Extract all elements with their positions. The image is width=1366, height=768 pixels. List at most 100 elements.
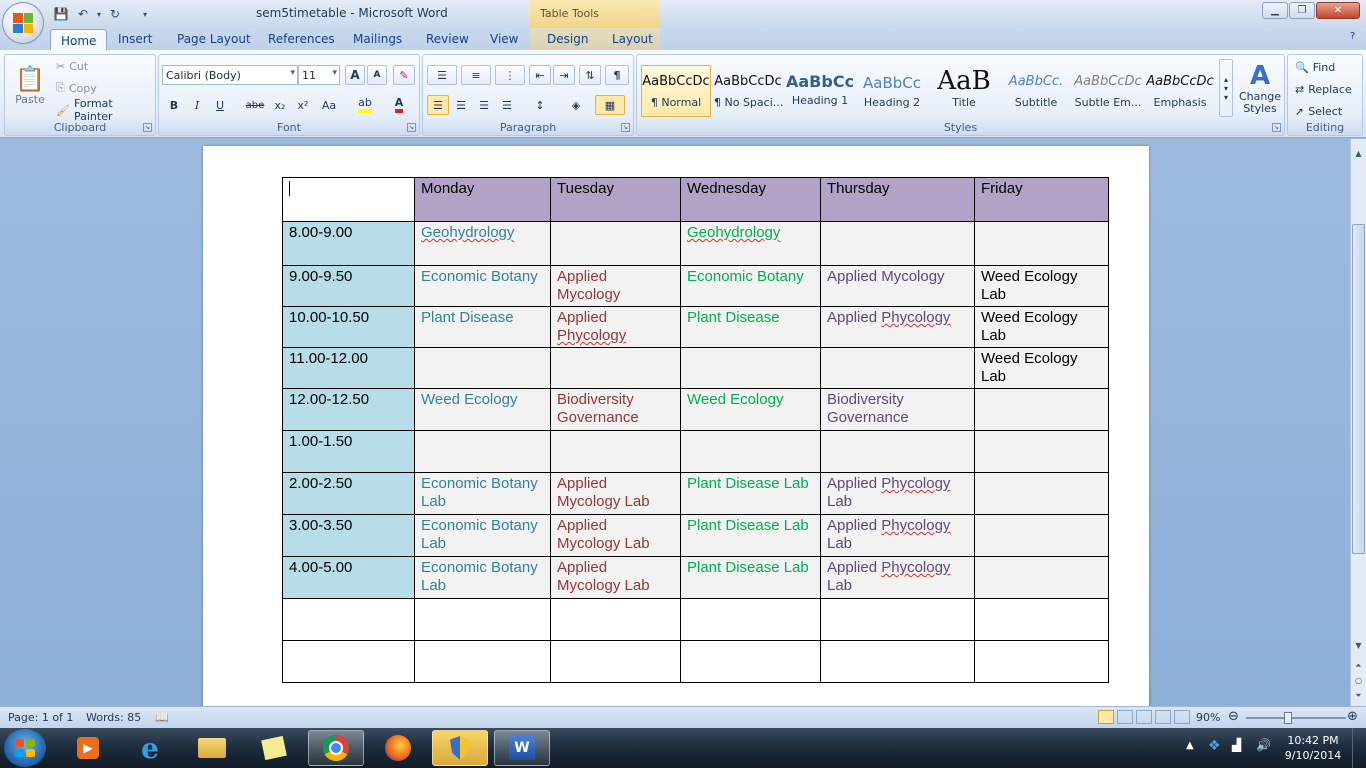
class-cell[interactable]: Applied Mycology xyxy=(820,265,975,307)
class-cell[interactable]: Plant Disease Lab xyxy=(680,556,821,599)
class-cell[interactable] xyxy=(974,472,1109,515)
borders-icon[interactable]: ▦ xyxy=(595,95,625,115)
document-page[interactable]: Monday Tuesday Wednesday Thursday Friday 8.00… xyxy=(203,146,1149,706)
minimize-button[interactable]: ▁ xyxy=(1262,2,1288,19)
class-cell[interactable]: Applied Phycology Lab xyxy=(820,556,975,599)
class-cell[interactable] xyxy=(820,430,975,473)
tab-design[interactable]: Design xyxy=(547,32,588,46)
class-cell[interactable]: Applied Mycology Lab xyxy=(550,556,681,599)
class-cell[interactable]: Economic Botany xyxy=(414,265,551,307)
firefox-icon[interactable] xyxy=(370,730,426,766)
time-slot-cell[interactable]: 9.00-9.50 xyxy=(282,265,415,307)
class-cell[interactable] xyxy=(550,430,681,473)
style-emphasis[interactable]: AaBbCcDc Emphasis xyxy=(1145,65,1215,117)
change-styles-button[interactable]: A Change Styles xyxy=(1237,57,1283,119)
timetable[interactable]: Monday Tuesday Wednesday Thursday Friday 8.00… xyxy=(282,177,1109,683)
class-cell[interactable]: Weed Ecology xyxy=(414,388,551,431)
class-cell[interactable] xyxy=(680,347,821,389)
tab-home[interactable]: Home xyxy=(50,29,108,51)
class-cell[interactable]: Applied Mycology Lab xyxy=(550,514,681,557)
class-cell[interactable]: Plant Disease xyxy=(414,306,551,348)
save-icon[interactable]: 💾 xyxy=(52,5,70,23)
styles-scroll-icon[interactable]: ▴ ▾ ▾ xyxy=(1219,59,1233,117)
class-cell[interactable]: Biodiversity Governance xyxy=(550,388,681,431)
day-header-wednesday[interactable]: Wednesday xyxy=(680,177,821,222)
network-icon[interactable]: ▟ xyxy=(1232,738,1241,752)
time-slot-cell[interactable]: 10.00-10.50 xyxy=(282,306,415,348)
format-painter-button[interactable]: 🖌 Format Painter xyxy=(55,97,153,123)
class-cell[interactable]: Plant Disease xyxy=(680,306,821,348)
find-button[interactable]: 🔍 Find xyxy=(1294,57,1360,77)
class-cell[interactable]: Weed Ecology Lab xyxy=(974,265,1109,307)
web-layout-icon[interactable] xyxy=(1136,710,1152,724)
class-cell[interactable] xyxy=(974,430,1109,473)
style-normal[interactable]: AaBbCcDc ¶ Normal xyxy=(641,65,711,117)
file-explorer-icon[interactable] xyxy=(184,730,240,766)
class-cell[interactable]: Applied Mycology Lab xyxy=(550,472,681,515)
class-cell[interactable]: Economic Botany Lab xyxy=(414,556,551,599)
class-cell[interactable]: Applied Phycology Lab xyxy=(820,514,975,557)
tab-review[interactable]: Review xyxy=(426,32,469,46)
show-hidden-icons[interactable]: ▲ xyxy=(1186,740,1194,751)
time-slot-cell[interactable]: 1.00-1.50 xyxy=(282,430,415,473)
multilevel-list-icon[interactable]: ⋮ xyxy=(495,65,525,85)
tab-view[interactable]: View xyxy=(490,32,518,46)
empty-cell[interactable] xyxy=(414,640,551,683)
empty-cell[interactable] xyxy=(282,598,415,641)
time-slot-cell[interactable]: 8.00-9.00 xyxy=(282,221,415,266)
proofing-icon[interactable]: 📖 xyxy=(155,711,169,724)
empty-cell[interactable] xyxy=(820,598,975,641)
empty-cell[interactable] xyxy=(680,598,821,641)
class-cell[interactable] xyxy=(974,514,1109,557)
align-left-icon[interactable]: ☰ xyxy=(427,95,449,115)
class-cell[interactable]: Weed Ecology xyxy=(680,388,821,431)
style-title[interactable]: AaB Title xyxy=(929,65,999,117)
full-screen-reading-icon[interactable] xyxy=(1117,710,1133,724)
change-case-button[interactable]: Aa xyxy=(315,95,343,115)
font-size-dropdown[interactable]: 11 xyxy=(298,65,340,85)
style-subtitle[interactable]: AaBbCc. Subtitle xyxy=(1001,65,1071,117)
line-spacing-icon[interactable]: ↕ xyxy=(525,95,555,115)
scroll-down-icon[interactable]: ▼ xyxy=(1352,639,1365,652)
class-cell[interactable]: Economic Botany xyxy=(680,265,821,307)
zoom-in-icon[interactable]: ⊕ xyxy=(1347,709,1358,724)
draft-icon[interactable] xyxy=(1174,710,1190,724)
time-slot-cell[interactable]: 12.00-12.50 xyxy=(282,388,415,431)
shrink-font-button[interactable]: A xyxy=(367,65,387,85)
time-slot-cell[interactable]: 3.00-3.50 xyxy=(282,514,415,557)
class-cell[interactable]: Weed Ecology Lab xyxy=(974,347,1109,389)
tab-insert[interactable]: Insert xyxy=(118,32,152,46)
class-cell[interactable]: Applied Mycology xyxy=(550,265,681,307)
sticky-notes-icon[interactable] xyxy=(246,730,302,766)
align-right-icon[interactable]: ☰ xyxy=(473,95,495,115)
bullets-icon[interactable]: ☰ xyxy=(427,65,457,85)
tab-mailings[interactable]: Mailings xyxy=(353,32,402,46)
select-button[interactable]: ➚ Select xyxy=(1294,101,1360,121)
zoom-out-icon[interactable]: ⊖ xyxy=(1228,709,1239,724)
outline-icon[interactable] xyxy=(1155,710,1171,724)
time-slot-cell[interactable]: 11.00-12.00 xyxy=(282,347,415,389)
strikethrough-button[interactable]: abe xyxy=(243,95,267,115)
align-center-icon[interactable]: ☰ xyxy=(450,95,472,115)
zoom-level[interactable]: 90% xyxy=(1196,711,1220,724)
scroll-up-icon[interactable]: ▲ xyxy=(1352,147,1365,160)
show-marks-button[interactable]: ¶ xyxy=(605,65,629,85)
start-button[interactable] xyxy=(4,729,46,767)
class-cell[interactable]: Biodiversity Governance xyxy=(820,388,975,431)
shading-icon[interactable]: ◈ xyxy=(561,95,591,115)
replace-button[interactable]: ⇄ Replace xyxy=(1294,79,1360,99)
copy-button[interactable]: ⎘ Copy xyxy=(55,78,115,98)
scrollbar-thumb[interactable] xyxy=(1352,224,1365,554)
internet-explorer-icon[interactable]: e xyxy=(122,730,178,766)
justify-icon[interactable]: ☰ xyxy=(496,95,518,115)
font-launcher-icon[interactable]: ↘ xyxy=(407,123,416,132)
numbering-icon[interactable]: ≡ xyxy=(461,65,491,85)
security-shield-icon[interactable] xyxy=(432,730,488,766)
tab-references[interactable]: References xyxy=(268,32,335,46)
empty-cell[interactable] xyxy=(414,598,551,641)
grow-font-button[interactable]: A xyxy=(345,65,365,85)
class-cell[interactable] xyxy=(974,388,1109,431)
class-cell[interactable]: Economic Botany Lab xyxy=(414,472,551,515)
show-desktop-button[interactable] xyxy=(1352,728,1366,768)
class-cell[interactable]: Applied Phycology xyxy=(820,306,975,348)
